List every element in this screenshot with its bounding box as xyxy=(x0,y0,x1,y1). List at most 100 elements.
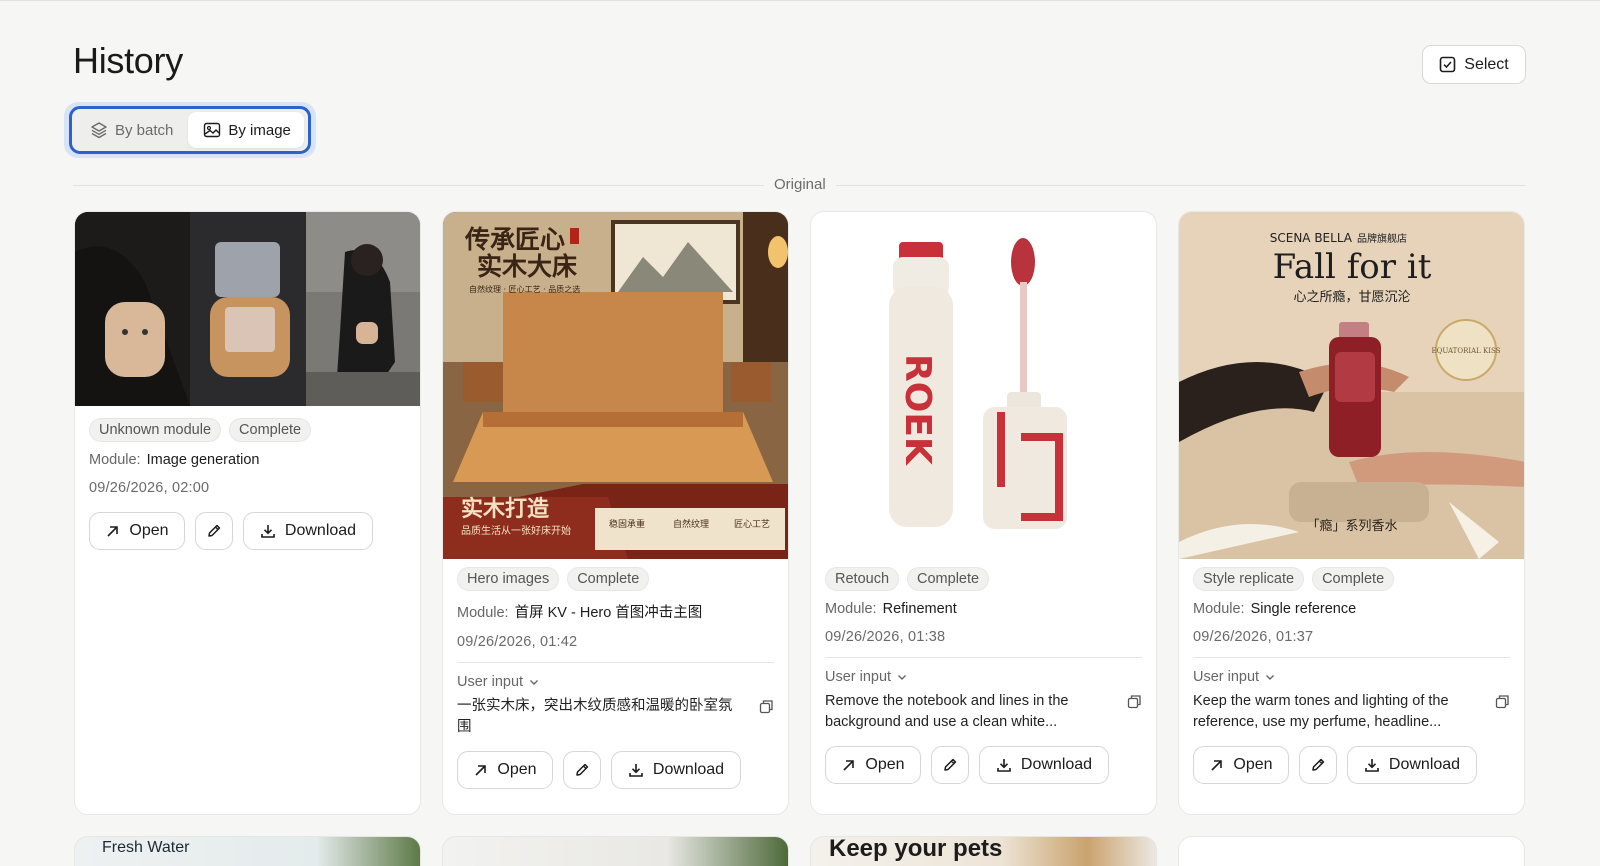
download-button[interactable]: Download xyxy=(979,746,1109,784)
image-badge-2: 自然纹理 xyxy=(673,518,709,530)
timestamp: 09/26/2026, 01:37 xyxy=(1193,629,1314,645)
tag-status: Complete xyxy=(229,418,312,442)
card-thumbnail: SCENA BELLA 品牌旗舰店 Fall for it 心之所瘾，甘愿沉沦 … xyxy=(1179,212,1524,559)
image-seal: EQUATORIAL KISS xyxy=(1431,347,1500,355)
image-headline-2: 实木大床 xyxy=(477,252,577,281)
edit-button[interactable] xyxy=(1299,746,1337,784)
chevron-down-icon xyxy=(898,675,907,680)
tag-status: Complete xyxy=(567,567,650,591)
prompt-text: 一张实木床，突出木纹质感和温暖的卧室氛围 xyxy=(457,698,733,735)
select-label: Select xyxy=(1464,55,1509,73)
module-line: Module: Refinement xyxy=(825,601,1142,617)
timestamp: 09/26/2026, 01:38 xyxy=(825,629,946,645)
user-input-label: User input xyxy=(825,669,892,685)
toggle-by-batch-label: By batch xyxy=(115,121,174,139)
arrow-up-right-icon xyxy=(843,759,855,771)
image-brand: ROEK xyxy=(897,354,938,466)
open-button[interactable]: Open xyxy=(457,751,553,789)
tag-module: Style replicate xyxy=(1193,567,1305,591)
chevron-down-icon xyxy=(1266,675,1275,680)
download-button[interactable]: Download xyxy=(611,751,741,789)
user-input-toggle[interactable]: User input xyxy=(825,669,1142,685)
open-label: Open xyxy=(1233,756,1273,773)
tag-module: Hero images xyxy=(457,567,560,591)
prompt-text: Keep the warm tones and lighting of the … xyxy=(1193,693,1449,730)
image-headline: Fall for it xyxy=(1273,247,1432,287)
user-input-label: User input xyxy=(1193,669,1260,685)
arrow-up-right-icon xyxy=(107,525,119,537)
download-button[interactable]: Download xyxy=(243,512,373,550)
view-toggle: By batch By image xyxy=(69,106,311,154)
card-separator xyxy=(825,657,1142,658)
partial-card-text: Fresh Water xyxy=(102,839,190,856)
history-card-partial[interactable]: Keep your pets xyxy=(810,836,1157,866)
module-value: Single reference xyxy=(1250,601,1357,617)
pencil-icon xyxy=(208,524,221,537)
module-value: Image generation xyxy=(146,452,260,468)
module-label: Module: xyxy=(89,452,141,468)
pencil-icon xyxy=(1312,758,1325,771)
toggle-by-batch[interactable]: By batch xyxy=(75,112,186,148)
history-card[interactable]: Unknown module Complete Module: Image gen… xyxy=(74,211,421,815)
download-button[interactable]: Download xyxy=(1347,746,1477,784)
open-button[interactable]: Open xyxy=(89,512,185,550)
download-label: Download xyxy=(1020,756,1093,773)
checkbox-icon xyxy=(1439,56,1456,73)
tag-module: Retouch xyxy=(825,567,900,591)
download-icon xyxy=(629,764,643,777)
download-icon xyxy=(1365,759,1379,772)
layers-icon xyxy=(91,122,107,139)
download-label: Download xyxy=(652,761,725,778)
history-card[interactable]: SCENA BELLA 品牌旗舰店 Fall for it 心之所瘾，甘愿沉沦 … xyxy=(1178,211,1525,815)
copy-icon[interactable] xyxy=(1127,694,1142,709)
card-thumbnail: 传承匠心 实木大床 自然纹理 · 匠心工艺 · 品质之选 实木打造 品质生活从一… xyxy=(443,212,788,559)
arrow-up-right-icon xyxy=(1211,759,1223,771)
open-button[interactable]: Open xyxy=(1193,746,1289,784)
toggle-by-image-label: By image xyxy=(228,121,291,139)
card-thumbnail xyxy=(75,212,420,406)
card-separator xyxy=(457,662,774,663)
arrow-up-right-icon xyxy=(475,764,487,776)
edit-button[interactable] xyxy=(563,751,601,789)
history-card[interactable]: 传承匠心 实木大床 自然纹理 · 匠心工艺 · 品质之选 实木打造 品质生活从一… xyxy=(442,211,789,815)
edit-button[interactable] xyxy=(195,512,233,550)
tag-status: Complete xyxy=(1312,567,1395,591)
user-input-toggle[interactable]: User input xyxy=(457,674,774,690)
image-banner-title: 实木打造 xyxy=(461,496,549,522)
open-label: Open xyxy=(129,522,169,539)
prompt-text: Remove the notebook and lines in the bac… xyxy=(825,693,1069,730)
image-sub: 自然纹理 · 匠心工艺 · 品质之选 xyxy=(469,284,580,294)
image-caption: 「瘾」系列香水 xyxy=(1306,518,1397,534)
history-card-partial[interactable] xyxy=(1178,836,1525,866)
tag-status: Complete xyxy=(907,567,990,591)
pencil-icon xyxy=(944,758,957,771)
section-label: Original xyxy=(764,176,836,193)
copy-icon[interactable] xyxy=(1495,694,1510,709)
timestamp: 09/26/2026, 01:42 xyxy=(457,634,578,650)
module-line: Module: 首屏 KV - Hero 首图冲击主图 xyxy=(457,601,774,622)
history-card-partial[interactable]: Fresh Water xyxy=(74,836,421,866)
history-card[interactable]: ROEK Retouch Complete Module: Refinement … xyxy=(810,211,1157,815)
copy-icon[interactable] xyxy=(759,699,774,714)
select-button[interactable]: Select xyxy=(1422,45,1526,84)
open-label: Open xyxy=(865,756,905,773)
top-border xyxy=(0,0,1600,1)
toggle-by-image[interactable]: By image xyxy=(188,112,304,148)
image-sub: 心之所瘾，甘愿沉沦 xyxy=(1293,289,1410,305)
open-button[interactable]: Open xyxy=(825,746,921,784)
page-title: History xyxy=(73,40,183,81)
download-label: Download xyxy=(1388,756,1461,773)
user-input-toggle[interactable]: User input xyxy=(1193,669,1510,685)
image-brand: SCENA BELLA xyxy=(1270,231,1353,245)
timestamp: 09/26/2026, 02:00 xyxy=(89,480,210,496)
open-label: Open xyxy=(497,761,537,778)
edit-button[interactable] xyxy=(931,746,969,784)
module-value: 首屏 KV - Hero 首图冲击主图 xyxy=(514,605,703,621)
partial-card-text: Keep your pets xyxy=(829,836,1003,862)
image-store: 品牌旗舰店 xyxy=(1357,232,1407,245)
module-line: Module: Image generation xyxy=(89,452,406,468)
chevron-down-icon xyxy=(530,680,539,685)
tag-module: Unknown module xyxy=(89,418,222,442)
module-value: Refinement xyxy=(882,601,957,617)
history-card-partial[interactable] xyxy=(442,836,789,866)
